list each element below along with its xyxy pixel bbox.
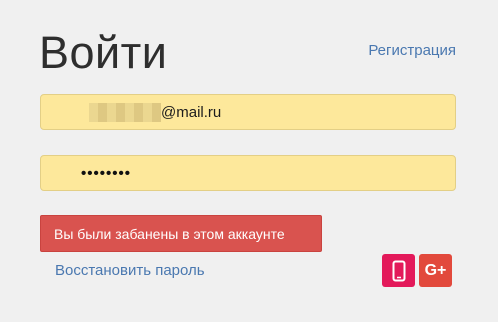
google-plus-icon: G+ (424, 261, 447, 279)
restore-password-link[interactable]: Восстановить пароль (55, 262, 205, 279)
phone-login-button[interactable] (382, 254, 415, 287)
login-page: Войти Регистрация @mail.ru •••••••• Вы б… (0, 0, 498, 322)
email-field[interactable]: @mail.ru (40, 94, 456, 130)
page-title: Войти (39, 27, 168, 78)
register-link[interactable]: Регистрация (368, 42, 456, 59)
password-field[interactable]: •••••••• (40, 155, 456, 191)
password-field-value: •••••••• (81, 165, 132, 182)
ban-error-message: Вы были забанены в этом аккаунте (54, 225, 285, 242)
email-field-value: @mail.ru (161, 104, 222, 121)
mobile-phone-icon (392, 260, 405, 281)
google-plus-login-button[interactable]: G+ (419, 254, 452, 287)
ban-error-alert: Вы были забанены в этом аккаунте (40, 215, 322, 252)
email-local-part-blurred (89, 103, 161, 122)
